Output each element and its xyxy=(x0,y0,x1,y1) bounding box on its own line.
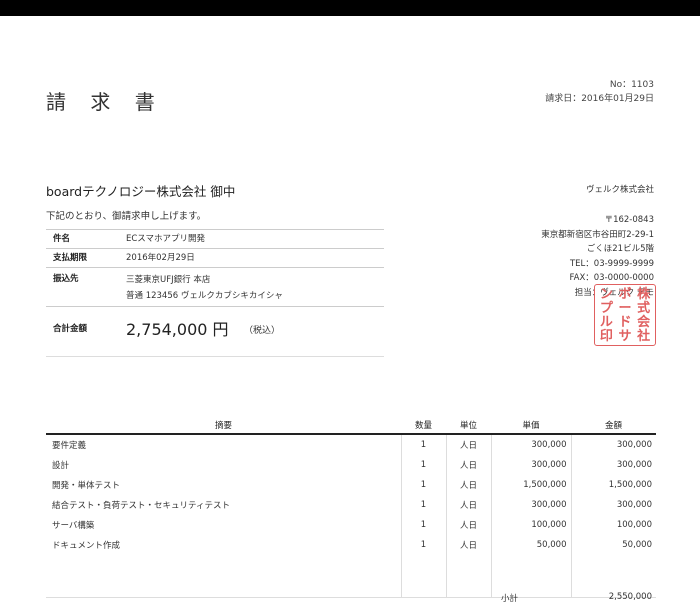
info-row-due: 支払期限 2016年02月29日 xyxy=(46,248,384,268)
table-row: 開発・単体テスト 1 人日 1,500,000 1,500,000 xyxy=(46,475,656,495)
header-unit: 単位 xyxy=(446,416,491,435)
item-unit: 人日 xyxy=(445,434,491,455)
table-row: 結合テスト・負荷テスト・セキュリティテスト 1 人日 300,000 300,000 xyxy=(46,495,656,515)
issuer-company: ヴェルク株式会社 xyxy=(585,185,654,195)
item-quantity: 1 xyxy=(400,515,446,535)
item-unit: 人日 xyxy=(445,495,491,515)
header-description: 摘要 xyxy=(46,416,401,435)
item-unit: 人日 xyxy=(445,515,491,535)
seal-char: サ xyxy=(618,328,632,344)
header-unit-price: 単価 xyxy=(491,416,571,435)
item-amount: 1,500,000 xyxy=(570,475,656,495)
item-description: 開発・単体テスト xyxy=(52,481,121,491)
item-unit: 人日 xyxy=(445,455,491,475)
subject-label: 件名 xyxy=(46,229,126,249)
table-header-row: 摘要 数量 単位 単価 金額 xyxy=(46,416,656,435)
item-description: ドキュメント作成 xyxy=(52,541,121,551)
issuer-postal: 〒162-0843 xyxy=(604,215,654,225)
seal-char: 式 xyxy=(637,300,651,316)
seal-char: ボ xyxy=(618,286,632,302)
item-unit-price: 300,000 xyxy=(490,455,571,475)
table-blank-row xyxy=(46,555,656,598)
bank-line-1: 三菱東京UFJ銀行 本店 xyxy=(126,275,211,285)
seal-char: ー xyxy=(618,300,632,316)
item-unit-price: 1,500,000 xyxy=(490,475,571,495)
line-items-table: 摘要 数量 単位 単価 金額 要件定義 1 人日 300,000 300,000 設計 1 人… xyxy=(46,416,656,598)
invoice-date: 請求日：2016年01月29日 xyxy=(545,94,654,104)
item-quantity: 1 xyxy=(400,455,446,475)
item-quantity: 1 xyxy=(400,495,446,515)
issuer-address: 東京都新宿区市谷田町2-29-1 xyxy=(541,229,654,240)
table-row: 設計 1 人日 300,000 300,000 xyxy=(46,455,656,475)
blank-cell xyxy=(46,555,401,598)
blank-cell xyxy=(445,555,491,598)
item-unit-price: 50,000 xyxy=(490,535,571,555)
seal-char: 会 xyxy=(637,314,651,330)
item-unit: 人日 xyxy=(445,535,491,555)
invoice-info-table: 件名 ECスマホアプリ開発 支払期限 2016年02月29日 振込先 三菱東京U… xyxy=(46,229,384,307)
seal-char: ン xyxy=(599,286,613,302)
client-name: boardテクノロジー株式会社 御中 xyxy=(46,184,236,199)
document-meta: No：1103 請求日：2016年01月29日 xyxy=(545,78,654,106)
header-quantity: 数量 xyxy=(401,416,446,435)
item-quantity: 1 xyxy=(400,434,446,455)
subject-value: ECスマホアプリ開発 xyxy=(126,229,384,249)
item-amount: 300,000 xyxy=(570,495,656,515)
invoice-number: No：1103 xyxy=(609,80,654,90)
item-amount: 100,000 xyxy=(570,515,656,535)
item-unit-price: 300,000 xyxy=(490,495,571,515)
item-quantity: 1 xyxy=(400,475,446,495)
item-quantity: 1 xyxy=(400,535,446,555)
info-row-subject: 件名 ECスマホアプリ開発 xyxy=(46,229,384,249)
table-row: ドキュメント作成 1 人日 50,000 50,000 xyxy=(46,535,656,555)
item-description: 設計 xyxy=(52,461,70,471)
issuer-block: ヴェルク株式会社 〒162-0843 東京都新宿区市谷田町2-29-1 ごくほ2… xyxy=(541,183,654,300)
seal-char: ド xyxy=(618,314,632,330)
item-unit-price: 100,000 xyxy=(490,515,571,535)
table-row: サーバ構築 1 人日 100,000 100,000 xyxy=(46,515,656,535)
item-unit-price: 300,000 xyxy=(490,434,571,455)
table-body: 要件定義 1 人日 300,000 300,000 設計 1 人日 300,000 300,000… xyxy=(46,434,656,598)
issuer-tel: TEL：03-9999-9999 xyxy=(569,258,654,269)
subtotal-label: 小計 xyxy=(501,594,519,604)
issuer-building: ごくほ21ビル5階 xyxy=(586,244,654,254)
due-label: 支払期限 xyxy=(46,248,126,268)
seal-char: 株 xyxy=(637,286,651,302)
blank-cell xyxy=(400,555,446,598)
seal-char: 印 xyxy=(599,328,613,344)
header-amount: 金額 xyxy=(571,416,656,435)
tax-note: （税込） xyxy=(244,326,281,336)
seal-char: プ xyxy=(599,300,613,316)
table-row: 要件定義 1 人日 300,000 300,000 xyxy=(46,434,656,455)
item-description: 要件定義 xyxy=(52,441,87,451)
greeting-text: 下記のとおり、御請求申し上げます。 xyxy=(46,211,207,222)
seal-char: ル xyxy=(599,314,613,330)
total-amount: 2,754,000 円 xyxy=(126,320,229,339)
due-value: 2016年02月29日 xyxy=(126,248,384,268)
item-amount: 50,000 xyxy=(570,535,656,555)
company-seal-stamp: ンボ株プー式ルド会印サ社 xyxy=(594,284,656,346)
seal-characters: ンボ株プー式ルド会印サ社 xyxy=(597,287,653,343)
total-amount-section: 合計金額 2,754,000 円 （税込） xyxy=(46,300,384,357)
subtotal-value: 2,550,000 xyxy=(608,592,652,602)
item-amount: 300,000 xyxy=(570,434,656,455)
seal-char: 社 xyxy=(637,328,651,344)
item-unit: 人日 xyxy=(445,475,491,495)
item-amount: 300,000 xyxy=(570,455,656,475)
item-description: サーバ構築 xyxy=(52,521,95,531)
total-label: 合計金額 xyxy=(53,324,88,334)
document-title: 請 求 書 xyxy=(46,90,164,114)
top-bar xyxy=(0,0,700,16)
item-description: 結合テスト・負荷テスト・セキュリティテスト xyxy=(52,501,230,511)
